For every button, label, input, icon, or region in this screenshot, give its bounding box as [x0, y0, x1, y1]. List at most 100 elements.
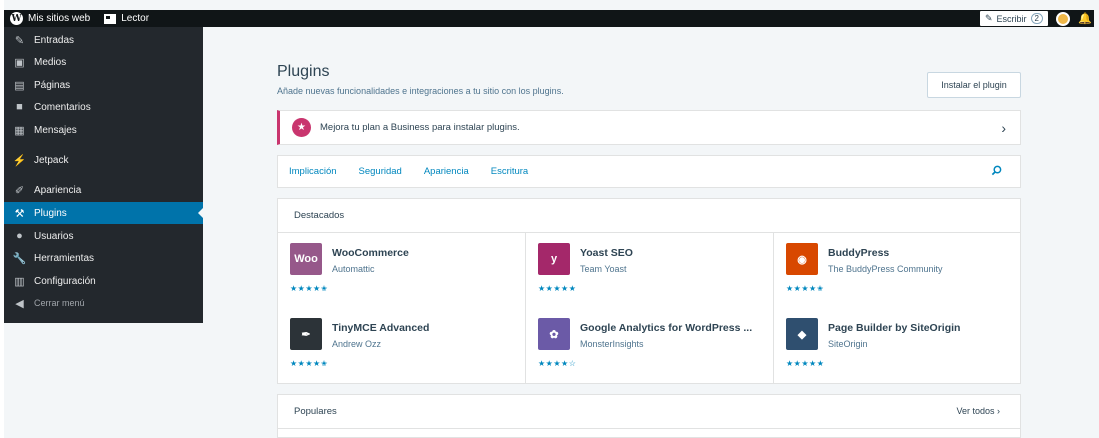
plugin-name: Google Analytics for WordPress ...: [580, 322, 753, 334]
sidebar-item-apariencia[interactable]: ✐ Apariencia: [4, 179, 203, 201]
write-icon: ✎: [984, 13, 993, 23]
see-all-label: Ver todos: [956, 406, 995, 416]
my-sites-link[interactable]: W Mis sitios web: [10, 12, 90, 25]
reader-icon: [104, 13, 117, 24]
jetpack-icon: ⚡: [12, 154, 27, 167]
sidebar-item-label: Jetpack: [34, 154, 69, 166]
popular-card: Populares Ver todos ›: [277, 394, 1021, 438]
sidebar-item-usuarios[interactable]: ● Usuarios: [4, 225, 203, 247]
plugin-name: WooCommerce: [332, 247, 409, 259]
sidebar: ✎ Entradas ▣ Medios ▤ Páginas ■ Comentar…: [4, 27, 203, 323]
plugin-author: SiteOrigin: [828, 339, 868, 349]
tab-seguridad[interactable]: Seguridad: [359, 166, 402, 177]
plugin-rating: ★★★★★: [786, 359, 825, 368]
main-content: Plugins Añade nuevas funcionalidades e i…: [203, 27, 1094, 438]
plugin-rating: ★★★★✬: [290, 284, 328, 293]
comments-icon: ■: [16, 101, 23, 113]
plugin-card[interactable]: ✒ TinyMCE Advanced Andrew Ozz ★★★★✬: [278, 308, 526, 383]
plugin-author: Andrew Ozz: [332, 339, 382, 349]
featured-card: Destacados Woo WooCommerce Automattic ★★★★✬…: [277, 198, 1021, 384]
sidebar-item-label: Páginas: [34, 79, 71, 91]
see-all-link[interactable]: Ver todos ›: [956, 406, 1000, 416]
chevron-right-icon: ›: [997, 406, 1000, 416]
plugin-author: The BuddyPress Community: [828, 264, 943, 274]
sidebar-item-label: Configuración: [34, 275, 96, 287]
media-icon: ▣: [14, 56, 25, 69]
upsell-banner[interactable]: ★ Mejora tu plan a Business para instala…: [277, 110, 1021, 145]
plugin-card[interactable]: ✿ Google Analytics for WordPress ... Monst…: [526, 308, 774, 383]
settings-icon: ▥: [14, 275, 25, 288]
sidebar-item-herramientas[interactable]: 🔧 Herramientas: [4, 247, 203, 269]
plugin-card[interactable]: y Yoast SEO Team Yoast ★★★★★: [526, 233, 774, 308]
tab-escritura[interactable]: Escritura: [491, 166, 528, 177]
plugin-logo-icon: ◆: [786, 318, 818, 350]
write-count-badge: 2: [1030, 13, 1043, 24]
reader-link[interactable]: Lector: [104, 13, 149, 24]
notifications-icon[interactable]: 🔔: [1078, 13, 1092, 25]
my-sites-label: Mis sitios web: [28, 13, 91, 24]
write-label: Escribir: [996, 13, 1027, 24]
sidebar-item-plugins[interactable]: ⚒ Plugins: [4, 202, 203, 224]
sidebar-item-label: Herramientas: [34, 252, 95, 264]
messages-icon: ▦: [14, 124, 25, 137]
sidebar-item-comentarios[interactable]: ■ Comentarios: [4, 96, 203, 118]
featured-heading: Destacados: [278, 199, 1020, 233]
sidebar-item-label: Mensajes: [34, 124, 77, 136]
plugin-rating: ★★★★☆: [538, 359, 577, 368]
plugin-logo-icon: y: [538, 243, 570, 275]
sidebar-item-jetpack[interactable]: ⚡ Jetpack: [4, 149, 203, 171]
pin-icon: ✎: [14, 34, 25, 47]
plugin-card[interactable]: Woo WooCommerce Automattic ★★★★✬: [278, 233, 526, 308]
reader-label: Lector: [121, 13, 150, 24]
sidebar-item-label: Entradas: [34, 34, 75, 46]
sidebar-item-label: Plugins: [34, 207, 67, 219]
sidebar-item-label: Usuarios: [34, 230, 74, 242]
sidebar-item-label: Comentarios: [34, 101, 91, 113]
plugin-card[interactable]: ◉ BuddyPress The BuddyPress Community ★★★★✬: [774, 233, 1022, 308]
plugin-rating: ★★★★✬: [786, 284, 824, 293]
wordpress-icon: W: [10, 12, 23, 25]
plugin-author: MonsterInsights: [580, 339, 644, 349]
plugins-icon: ⚒: [14, 207, 25, 220]
plugin-card[interactable]: ◆ Page Builder by SiteOrigin SiteOrigin ★★★…: [774, 308, 1022, 383]
chevron-right-icon: ›: [1001, 120, 1006, 136]
popular-heading: Populares: [278, 395, 1020, 429]
page-subtitle: Añade nuevas funcionalidades e integraci…: [277, 86, 564, 96]
users-icon: ●: [16, 230, 23, 242]
sidebar-item-mensajes[interactable]: ▦ Mensajes: [4, 119, 203, 141]
sidebar-item-configuracion[interactable]: ▥ Configuración: [4, 270, 203, 292]
star-icon: ★: [292, 118, 311, 137]
plugin-rating: ★★★★★: [538, 284, 577, 293]
avatar[interactable]: [1056, 11, 1070, 26]
tab-implicacion[interactable]: Implicación: [289, 166, 337, 177]
sidebar-item-paginas[interactable]: ▤ Páginas: [4, 74, 203, 96]
plugin-logo-icon: ✿: [538, 318, 570, 350]
page-title: Plugins: [277, 63, 330, 80]
upsell-text: Mejora tu plan a Business para instalar …: [320, 122, 520, 133]
plugin-name: Yoast SEO: [580, 247, 633, 259]
search-icon[interactable]: [991, 165, 1002, 176]
sidebar-item-medios[interactable]: ▣ Medios: [4, 51, 203, 73]
collapse-menu[interactable]: ◀ Cerrar menú: [4, 292, 203, 314]
install-plugin-button[interactable]: Instalar el plugin: [927, 72, 1021, 98]
sidebar-item-entradas[interactable]: ✎ Entradas: [4, 29, 203, 51]
sidebar-item-label: Apariencia: [34, 184, 82, 196]
plugin-logo-icon: Woo: [290, 243, 322, 275]
sidebar-item-label: Medios: [34, 56, 67, 68]
plugin-name: TinyMCE Advanced: [332, 322, 430, 334]
plugin-author: Team Yoast: [580, 264, 627, 274]
plugin-logo-icon: ◉: [786, 243, 818, 275]
category-nav: Implicación Seguridad Apariencia Escritu…: [277, 155, 1021, 188]
collapse-icon: ◀: [15, 297, 24, 310]
appearance-icon: ✐: [14, 184, 25, 197]
write-button[interactable]: ✎ Escribir 2: [979, 11, 1048, 26]
plugin-name: BuddyPress: [828, 247, 890, 259]
tools-icon: 🔧: [12, 252, 27, 265]
plugin-name: Page Builder by SiteOrigin: [828, 322, 961, 334]
pages-icon: ▤: [14, 79, 25, 92]
masterbar: W Mis sitios web Lector ✎ Escribir 2 🔔: [4, 10, 1094, 27]
tab-apariencia[interactable]: Apariencia: [424, 166, 469, 177]
plugin-logo-icon: ✒: [290, 318, 322, 350]
sidebar-item-label: Cerrar menú: [34, 298, 85, 308]
plugin-author: Automattic: [332, 264, 375, 274]
